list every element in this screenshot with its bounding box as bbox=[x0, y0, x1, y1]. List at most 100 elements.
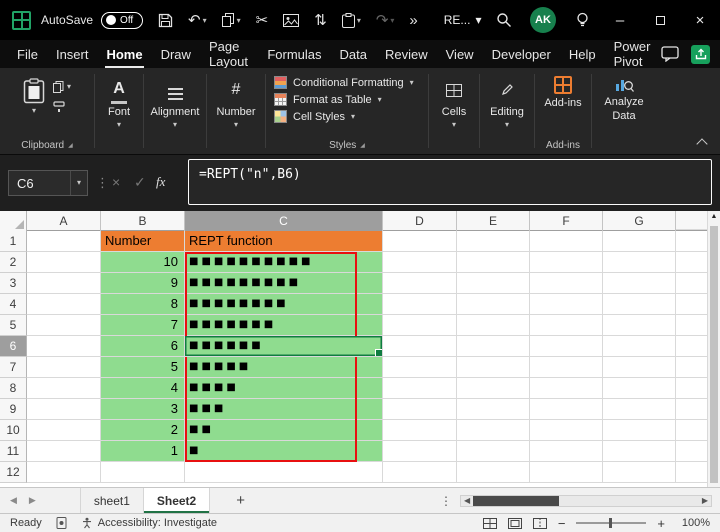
row-header-2[interactable]: 2 bbox=[0, 252, 27, 273]
dialog-launcher-icon[interactable]: ◢ bbox=[68, 142, 73, 149]
cell-E8[interactable] bbox=[457, 378, 530, 399]
tab-home[interactable]: Home bbox=[97, 40, 151, 68]
alignment-group[interactable]: Alignment ▾ bbox=[144, 68, 206, 154]
tab-power-pivot[interactable]: Power Pivot bbox=[605, 40, 661, 68]
cell-A3[interactable] bbox=[27, 273, 101, 294]
tab-data[interactable]: Data bbox=[331, 40, 376, 68]
cell-B2[interactable]: 10 bbox=[101, 252, 185, 273]
cell-D10[interactable] bbox=[383, 420, 457, 441]
cell-B8[interactable]: 4 bbox=[101, 378, 185, 399]
zoom-slider[interactable] bbox=[576, 522, 646, 524]
cell-D2[interactable] bbox=[383, 252, 457, 273]
formula-input[interactable]: =REPT("n",B6) bbox=[188, 159, 712, 205]
zoom-slider-handle[interactable] bbox=[609, 518, 612, 528]
zoom-in-button[interactable]: + bbox=[657, 516, 665, 531]
column-header-d[interactable]: D bbox=[383, 211, 457, 231]
cell-F8[interactable] bbox=[530, 378, 603, 399]
cell-D7[interactable] bbox=[383, 357, 457, 378]
styles-item-conditional-formatting[interactable]: Conditional Formatting▾ bbox=[274, 76, 414, 89]
cell-D9[interactable] bbox=[383, 399, 457, 420]
copy-button[interactable]: ▾ bbox=[222, 13, 241, 27]
cell-D3[interactable] bbox=[383, 273, 457, 294]
cell-F12[interactable] bbox=[530, 462, 603, 483]
cell-E6[interactable] bbox=[457, 336, 530, 357]
cell-A9[interactable] bbox=[27, 399, 101, 420]
cell-A12[interactable] bbox=[27, 462, 101, 483]
dialog-launcher-icon[interactable]: ◢ bbox=[360, 142, 365, 149]
tab-options-icon[interactable]: ⋮ bbox=[432, 494, 460, 508]
qat-paste-button[interactable]: ▾ bbox=[342, 13, 361, 28]
addins-button-label[interactable]: Add-ins bbox=[544, 97, 581, 111]
cell-G3[interactable] bbox=[603, 273, 676, 294]
cell-G6[interactable] bbox=[603, 336, 676, 357]
zoom-level[interactable]: 100% bbox=[676, 517, 710, 529]
tab-file[interactable]: File bbox=[8, 40, 47, 68]
cell-A1[interactable] bbox=[27, 231, 101, 252]
zoom-out-button[interactable]: − bbox=[558, 516, 566, 531]
sort-button[interactable]: ⇅ bbox=[314, 13, 327, 28]
cell-F6[interactable] bbox=[530, 336, 603, 357]
cells-group[interactable]: Cells ▾ bbox=[429, 68, 479, 154]
cell-G8[interactable] bbox=[603, 378, 676, 399]
cell-F9[interactable] bbox=[530, 399, 603, 420]
scroll-left-icon[interactable]: ◀ bbox=[461, 496, 473, 505]
normal-view-icon[interactable] bbox=[483, 518, 497, 529]
row-header-8[interactable]: 8 bbox=[0, 378, 27, 399]
cell-B12[interactable] bbox=[101, 462, 185, 483]
cell-F1[interactable] bbox=[530, 231, 603, 252]
tab-developer[interactable]: Developer bbox=[483, 40, 560, 68]
cell-C9[interactable]: ■■■ bbox=[185, 399, 383, 420]
cell-D6[interactable] bbox=[383, 336, 457, 357]
cell-A7[interactable] bbox=[27, 357, 101, 378]
page-layout-view-icon[interactable] bbox=[508, 518, 522, 529]
copy-button-ribbon[interactable]: ▾ bbox=[53, 81, 71, 93]
styles-item-format-as-table[interactable]: Format as Table▾ bbox=[274, 93, 414, 106]
cell-E9[interactable] bbox=[457, 399, 530, 420]
paste-button[interactable]: ▾ bbox=[23, 78, 45, 115]
excel-logo-icon[interactable] bbox=[12, 11, 31, 30]
row-header-3[interactable]: 3 bbox=[0, 273, 27, 294]
font-group[interactable]: A Font ▾ bbox=[95, 68, 143, 154]
cell-F2[interactable] bbox=[530, 252, 603, 273]
autosave-toggle[interactable]: Off bbox=[101, 12, 143, 29]
cell-A10[interactable] bbox=[27, 420, 101, 441]
cell-D4[interactable] bbox=[383, 294, 457, 315]
accessibility-icon[interactable] bbox=[81, 517, 93, 529]
cell-F3[interactable] bbox=[530, 273, 603, 294]
cell-E7[interactable] bbox=[457, 357, 530, 378]
select-all-corner[interactable] bbox=[0, 211, 27, 231]
cell-B1[interactable]: Number bbox=[101, 231, 185, 252]
redo-button[interactable]: ↷▾ bbox=[376, 13, 395, 28]
cell-F7[interactable] bbox=[530, 357, 603, 378]
document-menu[interactable]: RE... ▾ bbox=[444, 13, 482, 27]
cell-B7[interactable]: 5 bbox=[101, 357, 185, 378]
column-header-f[interactable]: F bbox=[530, 211, 603, 231]
search-icon[interactable] bbox=[486, 12, 522, 28]
cell-F5[interactable] bbox=[530, 315, 603, 336]
cell-D1[interactable] bbox=[383, 231, 457, 252]
insert-function-icon[interactable]: fx bbox=[156, 174, 165, 190]
tab-formulas[interactable]: Formulas bbox=[258, 40, 330, 68]
name-box[interactable]: C6 ▾ bbox=[8, 170, 88, 196]
cell-C7[interactable]: ■■■■■ bbox=[185, 357, 383, 378]
styles-item-cell-styles[interactable]: Cell Styles▾ bbox=[274, 110, 414, 123]
horizontal-scroll-thumb[interactable] bbox=[473, 496, 559, 506]
cell-E2[interactable] bbox=[457, 252, 530, 273]
cell-C8[interactable]: ■■■■ bbox=[185, 378, 383, 399]
new-sheet-button[interactable]: + bbox=[236, 492, 245, 509]
cell-E1[interactable] bbox=[457, 231, 530, 252]
row-header-5[interactable]: 5 bbox=[0, 315, 27, 336]
tab-help[interactable]: Help bbox=[560, 40, 605, 68]
cell-A8[interactable] bbox=[27, 378, 101, 399]
cell-C5[interactable]: ■■■■■■■ bbox=[185, 315, 383, 336]
close-button[interactable]: × bbox=[680, 0, 720, 40]
next-sheet-icon[interactable]: ▶ bbox=[29, 495, 36, 506]
column-header-g[interactable]: G bbox=[603, 211, 676, 231]
addins-icon[interactable] bbox=[554, 76, 572, 94]
editing-group[interactable]: Editing ▾ bbox=[480, 68, 534, 154]
cell-D8[interactable] bbox=[383, 378, 457, 399]
cell-C4[interactable]: ■■■■■■■■ bbox=[185, 294, 383, 315]
column-header-e[interactable]: E bbox=[457, 211, 530, 231]
cell-F11[interactable] bbox=[530, 441, 603, 462]
macro-record-icon[interactable] bbox=[56, 517, 67, 529]
